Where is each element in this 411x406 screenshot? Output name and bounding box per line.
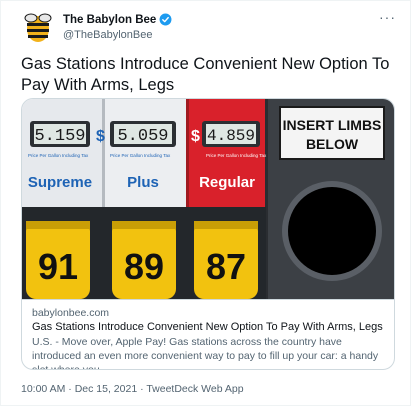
author-display-name[interactable]: The Babylon Bee	[63, 14, 156, 26]
link-card[interactable]: 5.159 $ 5.059 $ 4.859 Price Per Gallon I…	[21, 98, 395, 370]
link-card-title: Gas Stations Introduce Convenient New Op…	[32, 321, 383, 333]
price-display-plus: 5.059	[117, 127, 168, 146]
author-handle[interactable]: @TheBabylonBee	[63, 29, 152, 41]
tweet-timestamp[interactable]: 10:00 AM · Dec 15, 2021	[21, 383, 137, 395]
octane-button-89: 89	[124, 246, 164, 287]
link-card-description: U.S. - Move over, Apple Pay! Gas station…	[32, 336, 379, 370]
link-card-text[interactable]: babylonbee.com Gas Stations Introduce Co…	[22, 299, 394, 369]
tweet-meta: 10:00 AM · Dec 15, 2021 · TweetDeck Web …	[21, 383, 244, 395]
grade-label-regular: Regular	[199, 174, 255, 191]
bee-logo-icon	[24, 13, 52, 42]
price-caption-3: Price Per Gallon Including Tax	[206, 153, 267, 158]
price-caption-1: Price Per Gallon Including Tax	[28, 153, 89, 158]
meta-separator: ·	[137, 383, 147, 395]
price-caption-2: Price Per Gallon Including Tax	[110, 153, 171, 158]
price-display-supreme: 5.159	[34, 127, 85, 146]
tweet-source[interactable]: TweetDeck Web App	[146, 383, 243, 395]
verified-badge-icon	[159, 13, 172, 26]
avatar[interactable]	[21, 11, 55, 45]
octane-button-91: 91	[38, 246, 78, 287]
author-name-row[interactable]: The Babylon Bee	[63, 13, 172, 26]
dollar-sign-plus: $	[96, 128, 105, 145]
gas-pump-image: 5.159 $ 5.059 $ 4.859 Price Per Gallon I…	[22, 99, 394, 299]
grade-label-plus: Plus	[127, 174, 159, 191]
sign-text-line-1: INSERT LIMBS	[283, 117, 382, 133]
dollar-sign-regular: $	[191, 128, 200, 145]
price-display-regular: 4.859	[207, 127, 255, 145]
grade-label-supreme: Supreme	[28, 174, 92, 191]
tweet[interactable]: The Babylon Bee @TheBabylonBee ··· Gas S…	[0, 0, 411, 406]
more-options-icon[interactable]: ···	[379, 9, 396, 25]
sign-text-line-2: BELOW	[306, 136, 359, 152]
tweet-text: Gas Stations Introduce Convenient New Op…	[21, 55, 390, 94]
octane-button-87: 87	[206, 246, 246, 287]
link-card-domain: babylonbee.com	[32, 307, 110, 319]
